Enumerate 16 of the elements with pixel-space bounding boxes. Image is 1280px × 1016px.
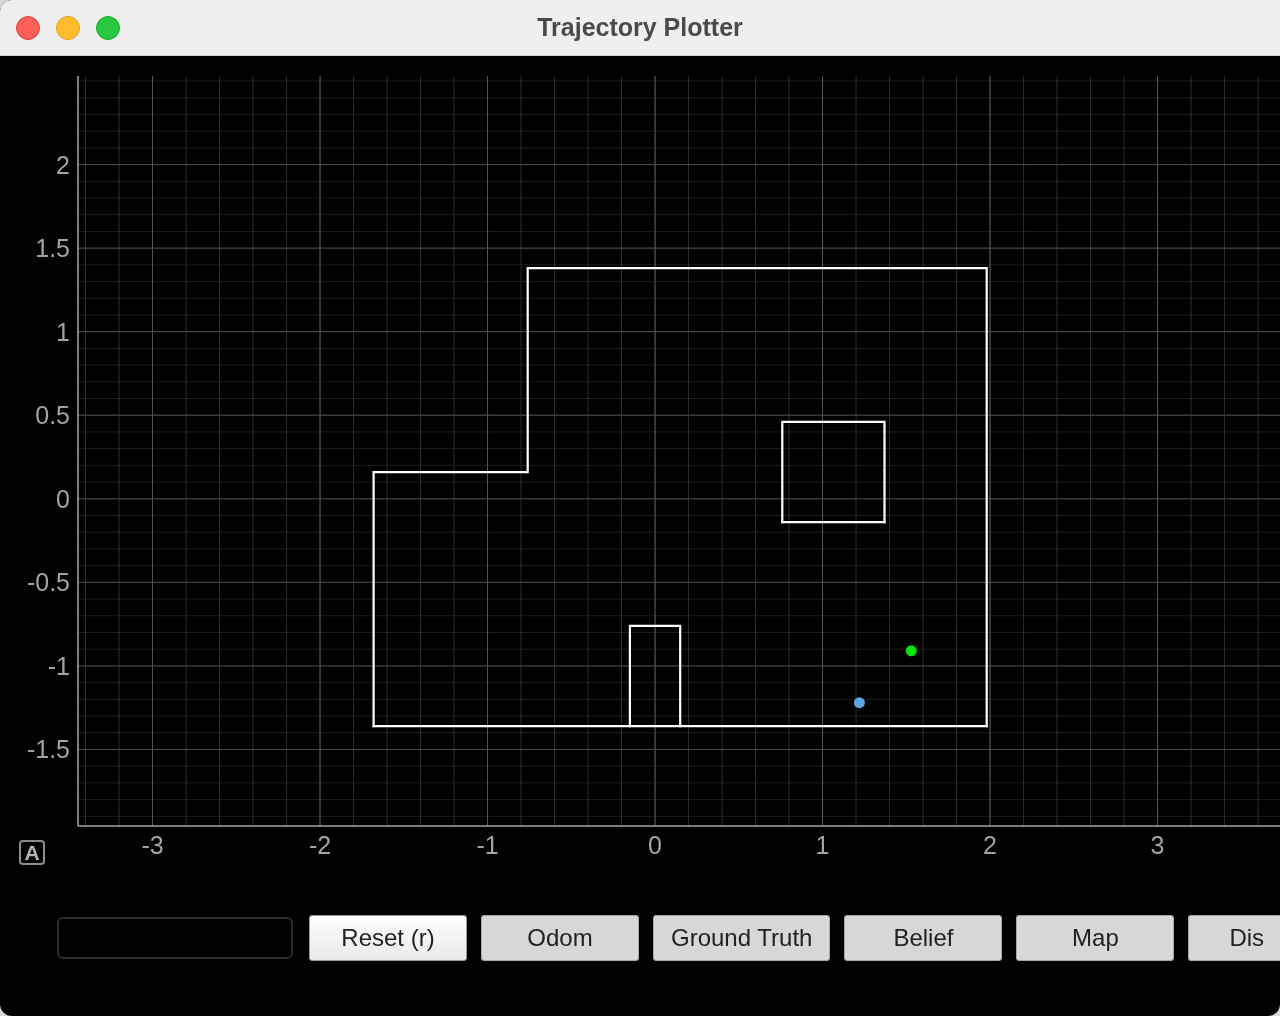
axis-tick-label: -2 [308, 831, 332, 859]
axis-tick-label: 0 [648, 831, 662, 859]
axis-tick-label: 2 [983, 831, 997, 859]
axis-tick-label: 1.5 [35, 234, 70, 263]
axis-tick-label: 3 [1150, 831, 1165, 859]
axis-tick-label: 1 [56, 317, 70, 346]
window-title: Trajectory Plotter [537, 11, 743, 43]
axis-tick-label: 0 [56, 484, 70, 513]
axis-tick-label: -0.5 [26, 568, 70, 597]
axis-tick-label: -1 [476, 831, 499, 859]
axis-tick-label: 0.5 [35, 401, 70, 430]
axis-tick-label: -1 [47, 651, 70, 680]
axis-tick-label: 2 [56, 150, 70, 179]
axis-tick-label: -3 [141, 831, 164, 859]
axis-tick-label: -1.5 [26, 735, 70, 764]
axis-tick-label: 1 [815, 831, 830, 859]
